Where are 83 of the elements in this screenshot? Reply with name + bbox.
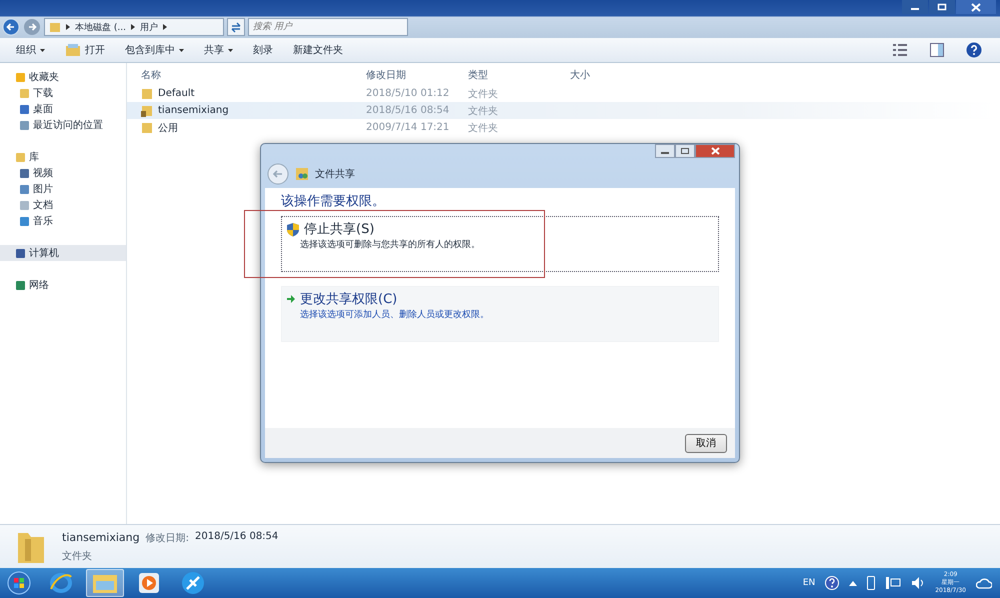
close-icon: [971, 2, 981, 12]
breadcrumb[interactable]: 本地磁盘 (...: [75, 20, 126, 34]
chevron-icon: [66, 24, 70, 30]
back-button[interactable]: [2, 18, 20, 36]
search-field[interactable]: 搜索 用户: [248, 18, 408, 36]
users-icon: [295, 167, 309, 181]
dropdown-icon: [228, 48, 233, 52]
toolbar-button[interactable]: 刻录: [245, 41, 281, 59]
dialog-title: 文件共享: [315, 168, 355, 181]
file-row[interactable]: Default 2018/5/10 01:12 文件夹: [127, 85, 1000, 102]
command-link[interactable]: 更改共享权限(C) 选择该选项可添加人员、删除人员或更改权限。: [281, 286, 719, 342]
dropdown-icon: [179, 48, 184, 52]
sidebar-item[interactable]: 下载: [0, 85, 126, 101]
sidebar-item[interactable]: 视频: [0, 165, 126, 181]
command-link[interactable]: 停止共享(S) 选择该选项可删除与您共享的所有人的权限。: [281, 216, 719, 272]
media-player-icon: [138, 572, 160, 594]
option-title: 停止共享(S): [304, 221, 374, 238]
network-icon[interactable]: [885, 576, 902, 590]
cloud-icon[interactable]: [976, 577, 992, 589]
language-indicator[interactable]: EN: [802, 578, 816, 588]
details-type: 文件夹: [62, 550, 93, 562]
refresh-button[interactable]: [227, 18, 245, 36]
column-header[interactable]: 修改日期: [366, 68, 468, 82]
toolbar-button[interactable]: 组织: [8, 41, 53, 59]
column-header[interactable]: 类型: [468, 68, 570, 82]
sidebar-item[interactable]: 图片: [0, 181, 126, 197]
browser-icon: [49, 571, 73, 595]
maximize-button[interactable]: [675, 144, 695, 158]
folder-icon: [92, 572, 118, 594]
cancel-button[interactable]: 取消: [685, 434, 727, 452]
close-button[interactable]: [956, 0, 996, 14]
folder-icon: [141, 104, 153, 116]
sidebar-item[interactable]: 音乐: [0, 213, 126, 229]
option-description: 选择该选项可删除与您共享的所有人的权限。: [299, 238, 481, 251]
toolbar-button[interactable]: 包含到库中: [117, 41, 192, 59]
option-title: 更改共享权限(C): [300, 291, 398, 308]
view-options-icon[interactable]: [892, 43, 908, 57]
dialog-heading: 该操作需要权限。: [281, 193, 386, 210]
toolbar-button[interactable]: 共享: [196, 41, 241, 59]
sidebar-item[interactable]: 网络: [0, 277, 126, 293]
minimize-button[interactable]: [902, 0, 928, 14]
details-label: 修改日期:: [146, 532, 189, 544]
details-name: tiansemixiang: [62, 530, 140, 544]
sidebar-item[interactable]: 库: [0, 149, 126, 165]
folder-icon: [49, 21, 61, 33]
refresh-icon: [230, 21, 242, 33]
breadcrumb[interactable]: 用户: [140, 20, 158, 34]
sidebar-icon: [16, 248, 25, 258]
close-button[interactable]: [695, 144, 735, 158]
device-icon[interactable]: [867, 576, 876, 590]
maximize-button[interactable]: [929, 0, 955, 14]
toolbar-button[interactable]: 新建文件夹: [285, 41, 351, 59]
file-row[interactable]: 公用 2009/7/14 17:21 文件夹: [127, 119, 1000, 136]
volume-icon[interactable]: [911, 576, 926, 590]
maximize-icon: [681, 148, 689, 154]
details-value: 2018/5/16 08:54: [195, 530, 278, 544]
show-hidden-icon[interactable]: [849, 580, 858, 586]
sidebar-item[interactable]: 计算机: [0, 245, 126, 261]
folder-icon: [141, 88, 153, 100]
chevron-icon: [130, 24, 135, 30]
sidebar-item[interactable]: 文档: [0, 197, 126, 213]
folder-icon: [141, 122, 153, 134]
folder-icon: [65, 43, 81, 57]
maximize-icon: [937, 3, 947, 11]
help-icon[interactable]: [966, 42, 982, 58]
option-description: 选择该选项可添加人员、删除人员或更改权限。: [299, 308, 490, 321]
minimize-button[interactable]: [655, 144, 675, 158]
app-icon: [181, 571, 205, 595]
sidebar-icon: [16, 280, 25, 290]
help-icon[interactable]: [825, 576, 840, 590]
address-bar[interactable]: 本地磁盘 (... 用户: [44, 18, 224, 36]
sidebar-item[interactable]: 最近访问的位置: [0, 117, 126, 133]
sidebar-item[interactable]: 桌面: [0, 101, 126, 117]
toolbar-button[interactable]: 打开: [57, 41, 113, 59]
column-header[interactable]: 大小: [570, 68, 590, 82]
chevron-icon: [162, 24, 167, 30]
arrow-icon: [286, 294, 296, 304]
shield-icon: [286, 222, 300, 236]
preview-pane-icon[interactable]: [930, 43, 944, 57]
column-header[interactable]: 名称: [127, 68, 366, 82]
close-icon: [710, 147, 720, 155]
dropdown-icon: [40, 48, 45, 52]
sidebar-item[interactable]: 收藏夹: [0, 69, 126, 85]
